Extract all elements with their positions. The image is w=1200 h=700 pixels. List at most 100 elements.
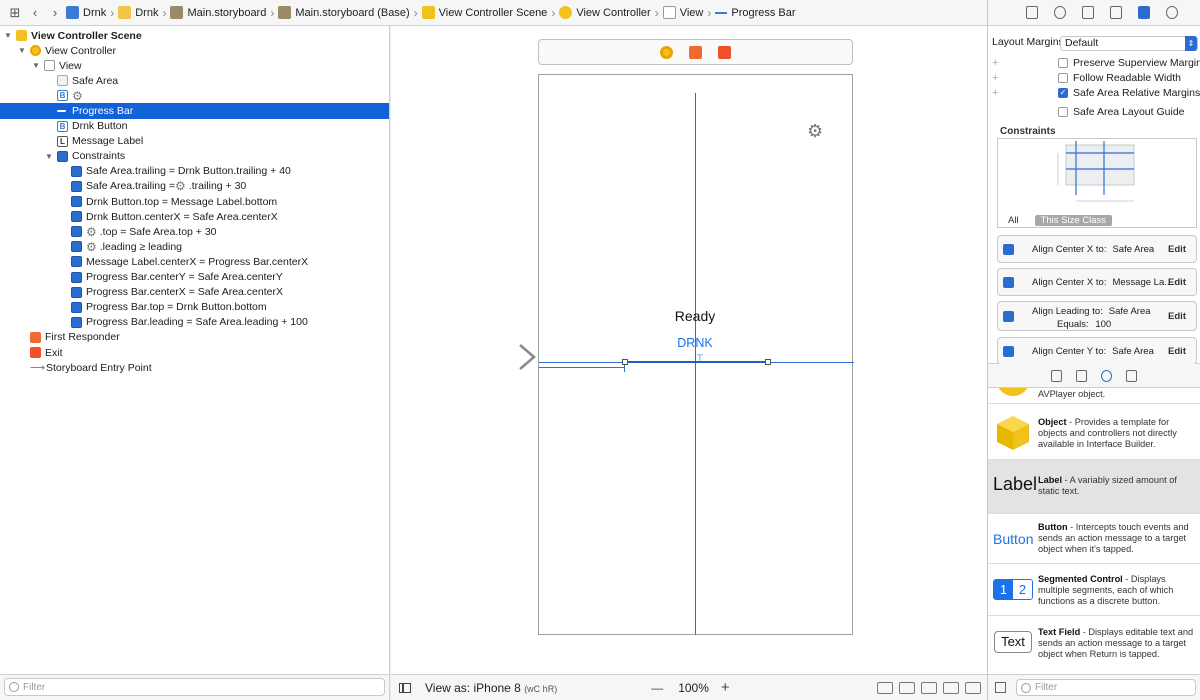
follow-readable-width-checkbox[interactable]: Follow Readable Width [1058,72,1181,84]
library-item-label[interactable]: Label Label - A variably sized amount of… [988,460,1200,514]
resolve-issues-icon[interactable] [965,681,981,694]
quick-help-icon[interactable] [1054,6,1066,19]
leading-constant-value[interactable]: 100 [1095,319,1111,330]
checkbox-icon [1058,107,1068,117]
code-snippet-library-icon[interactable] [1076,369,1087,382]
outline-row[interactable]: ⟶ Storyboard Entry Point [0,360,389,375]
add-variation-icon[interactable]: + [992,57,998,69]
storyboard-canvas[interactable]: ⚙ Ready DRNK ⊤ [391,26,987,674]
edit-constraint-button[interactable]: Edit [1168,244,1186,255]
attributes-inspector-icon[interactable] [1110,6,1122,19]
media-library-icon[interactable] [1126,369,1137,382]
zoom-out-button[interactable]: — [650,681,664,695]
iphone-view[interactable]: ⚙ Ready DRNK ⊤ [538,74,854,635]
add-variation-icon[interactable]: + [992,72,998,84]
toggle-outline-icon[interactable] [399,682,411,693]
disclosure-triangle-icon[interactable]: ▼ [31,61,41,70]
outline-row[interactable]: ▼ View Controller [0,43,389,58]
size-inspector-icon[interactable] [1138,6,1150,19]
constraint-item[interactable]: Align Center X to: Message La... Edit [997,268,1197,296]
outline-row[interactable]: ⚙ .leading ≥ leading [0,239,389,254]
outline-row[interactable]: L Message Label [0,134,389,149]
edit-constraint-button[interactable]: Edit [1168,346,1186,357]
view-as-device[interactable]: View as: iPhone 8 (wC hR) [425,681,557,695]
file-inspector-icon[interactable] [1026,6,1038,19]
outline-row[interactable]: Safe Area [0,73,389,88]
related-items-icon[interactable]: ⊞ [6,4,24,22]
edit-constraint-button[interactable]: Edit [1168,311,1186,322]
library-filter-input[interactable]: Filter [1015,679,1196,696]
outline-row[interactable]: Progress Bar [0,103,389,119]
library-item-segmented-control[interactable]: 1 2 Segmented Control - Displays multipl… [988,564,1200,616]
outline-row[interactable]: Exit [0,345,389,360]
safe-area-layout-guide-checkbox[interactable]: Safe Area Layout Guide [1058,106,1185,118]
zoom-in-button[interactable]: + [721,679,730,696]
outline-row[interactable]: Progress Bar.centerX = Safe Area.centerX [0,285,389,300]
outline-row[interactable]: Drnk Button.top = Message Label.bottom [0,194,389,209]
preserve-superview-margins-checkbox[interactable]: Preserve Superview Margins [1058,57,1200,69]
constraint-item[interactable]: Align Center Y to: Safe Area Edit [997,337,1197,365]
drnk-button[interactable]: DRNK [659,336,731,350]
constraint-item[interactable]: Align Leading to: Safe Area Equals: 100 E… [997,301,1197,331]
crumb-project[interactable]: Drnk [66,6,106,19]
library-item-object[interactable]: Object - Provides a template for objects… [988,404,1200,460]
outline-row[interactable]: First Responder [0,330,389,345]
outline-row[interactable]: Safe Area.trailing = Drnk Button.trailin… [0,164,389,179]
library-item-text-field[interactable]: Text Text Field - Displays editable text… [988,616,1200,668]
object-library-icon[interactable] [1101,369,1112,382]
layout-margins-select[interactable]: Default ⇕ [1060,36,1198,51]
document-outline[interactable]: ▼ View Controller Scene ▼ View Controller ▼ V… [0,26,390,674]
resize-handle-left[interactable] [622,359,628,365]
crumb-progress-bar[interactable]: Progress Bar [715,7,796,19]
identity-inspector-icon[interactable] [1082,6,1094,19]
outline-row[interactable]: B Drnk Button [0,119,389,134]
crumb-storyboard[interactable]: Main.storyboard [170,6,266,19]
library-item-button[interactable]: Button Button - Intercepts touch events … [988,514,1200,564]
tab-this-size-class[interactable]: This Size Class [1034,215,1113,226]
resize-handle-right[interactable] [765,359,771,365]
library-item-avplayer[interactable]: AVPlayer object. [988,388,1200,404]
outline-row[interactable]: Safe Area.trailing = ⚙ .trailing + 30 [0,179,389,194]
outline-row[interactable]: Drnk Button.centerX = Safe Area.centerX [0,209,389,224]
crumb-group[interactable]: Drnk [118,6,158,19]
outline-row[interactable]: Progress Bar.leading = Safe Area.leading… [0,315,389,330]
crumb-view-controller[interactable]: View Controller [559,6,651,19]
update-frames-icon[interactable] [877,681,893,694]
outline-row[interactable]: Progress Bar.centerY = Safe Area.centerY [0,270,389,285]
constraint-item[interactable]: Align Center X to: Safe Area Edit [997,235,1197,263]
tab-all[interactable]: All [1008,215,1019,226]
pin-icon[interactable] [943,681,959,694]
outline-filter-input[interactable]: Filter [4,678,385,696]
object-library[interactable]: AVPlayer object. Object - Provides a tem… [988,388,1200,674]
outline-row[interactable]: ▼ Constraints [0,149,389,164]
scene-icon [16,30,27,42]
outline-row[interactable]: ▼ View Controller Scene [0,28,389,43]
outline-row[interactable]: ⚙ .top = Safe Area.top + 30 [0,224,389,239]
forward-icon[interactable]: › [46,4,64,22]
edit-constraint-button[interactable]: Edit [1168,277,1186,288]
back-icon[interactable]: ‹ [26,4,44,22]
disclosure-triangle-icon[interactable]: ▼ [44,152,54,161]
first-responder-icon[interactable] [689,45,702,59]
disclosure-triangle-icon[interactable]: ▼ [17,46,27,55]
safe-area-relative-margins-checkbox[interactable]: ✓ Safe Area Relative Margins [1058,87,1200,99]
outline-row[interactable]: Message Label.centerX = Progress Bar.cen… [0,254,389,269]
outline-row[interactable]: ▼ View [0,58,389,73]
outline-row[interactable]: Progress Bar.top = Drnk Button.bottom [0,300,389,315]
exit-icon[interactable] [718,45,731,59]
stack-icon[interactable] [899,681,915,694]
message-label[interactable]: Ready [649,308,741,324]
crumb-scene[interactable]: View Controller Scene [421,6,547,19]
crumb-storyboard-base[interactable]: Main.storyboard (Base) [278,6,410,19]
align-icon[interactable] [921,681,937,694]
disclosure-triangle-icon[interactable]: ▼ [3,31,13,40]
activity-gear-icon[interactable]: ⚙ [807,121,823,142]
grid-view-icon[interactable] [995,682,1006,693]
connections-inspector-icon[interactable] [1166,6,1178,19]
file-template-library-icon[interactable] [1051,369,1062,382]
crumb-view[interactable]: View [662,6,703,19]
add-variation-icon[interactable]: + [992,87,998,99]
view-controller-icon[interactable] [660,45,673,59]
outline-row[interactable]: B ⚙ [0,88,389,103]
entry-point-arrow-icon[interactable] [454,342,538,372]
